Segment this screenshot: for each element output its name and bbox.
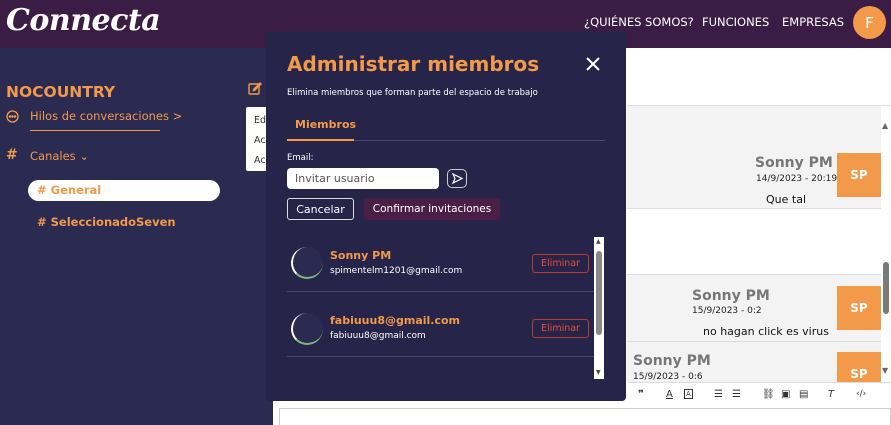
channel-seleccionadoseven[interactable]: # SeleccionadoSeven	[28, 212, 220, 233]
channels-toggle[interactable]: Canales ⌄	[30, 149, 89, 163]
close-icon[interactable]	[584, 55, 602, 73]
modal-title: Administrar miembros	[287, 52, 540, 76]
invite-user-input[interactable]	[287, 168, 439, 189]
tab-active-indicator	[287, 139, 354, 141]
member-name: Sonny PM	[330, 249, 392, 262]
link-icon[interactable]: ⛓	[762, 389, 775, 400]
highlight-icon[interactable]: A	[684, 389, 693, 399]
tab-miembros[interactable]: Miembros	[295, 118, 356, 131]
message-author: Sonny PM	[633, 353, 711, 369]
scroll-down-arrow-icon[interactable]: ▼	[596, 369, 601, 376]
font-color-icon[interactable]: A	[666, 389, 673, 400]
member-divider	[287, 356, 595, 357]
bullet-list-icon[interactable]: ☰	[732, 389, 741, 400]
editor-toolbar: ❞ A A ☰ ☰ ⛓ ▣ ▤ T ‹/›	[628, 382, 891, 408]
email-label: Email:	[287, 153, 314, 163]
ordered-list-icon[interactable]: ☰	[714, 389, 723, 400]
remove-member-button[interactable]: Eliminar	[532, 319, 589, 338]
video-icon[interactable]: ▤	[799, 389, 808, 400]
message-text: no hagan click es virus	[703, 325, 829, 338]
remove-member-button[interactable]: Eliminar	[532, 254, 589, 273]
threads-link[interactable]: Hilos de conversaciones >	[30, 109, 182, 123]
edit-icon[interactable]	[248, 81, 262, 95]
chat-bubble-icon	[6, 110, 19, 123]
member-email: fabiuuu8@gmail.com	[330, 331, 426, 341]
cancel-button[interactable]: Cancelar	[287, 198, 354, 220]
chat-header-strip	[627, 106, 881, 142]
member-avatar	[291, 313, 323, 345]
hash-icon: #	[6, 147, 18, 163]
chat-scrollbar-thumb[interactable]	[883, 262, 889, 314]
manage-members-modal: Administrar miembros Elimina miembros qu…	[266, 31, 626, 401]
scroll-up-arrow-icon[interactable]: ▲	[596, 238, 601, 245]
members-scrollbar[interactable]: ▲ ▼	[594, 237, 604, 379]
code-icon[interactable]: ‹/›	[856, 389, 866, 399]
workspace-name: NOCOUNTRY	[6, 83, 116, 101]
nav-funciones[interactable]: FUNCIONES	[702, 15, 769, 29]
scroll-up-arrow-icon[interactable]: ▲	[882, 121, 888, 130]
message-date: 15/9/2023 - 0:6	[633, 372, 703, 382]
quote-icon[interactable]: ❞	[638, 389, 644, 400]
modal-subtitle: Elimina miembros que forman parte del es…	[287, 88, 538, 98]
channel-general[interactable]: # General	[28, 180, 220, 201]
message-avatar: SP	[837, 286, 881, 330]
nav-empresas[interactable]: EMPRESAS	[782, 15, 844, 29]
message-date: 15/9/2023 - 0:2	[692, 306, 762, 316]
message-author: Sonny PM	[692, 288, 770, 304]
divider	[627, 208, 881, 209]
message-date: 14/9/2023 - 20:19	[756, 174, 838, 184]
scroll-down-arrow-icon[interactable]: ▼	[882, 366, 888, 375]
member-email: spimentelm1201@gmail.com	[330, 266, 463, 276]
message-editor[interactable]	[279, 408, 891, 425]
threads-underline	[30, 130, 160, 131]
clear-format-icon[interactable]: T	[828, 389, 834, 400]
message-text: Que tal	[766, 193, 807, 206]
nav-quienes-somos[interactable]: ¿QUIÉNES SOMOS?	[584, 15, 694, 29]
app-logo[interactable]: Connecta	[6, 3, 161, 38]
confirm-invitations-button[interactable]: Confirmar invitaciones	[364, 198, 500, 220]
member-avatar	[291, 247, 323, 279]
member-divider	[287, 291, 595, 292]
message-avatar: SP	[837, 153, 881, 197]
members-scrollbar-thumb[interactable]	[596, 251, 602, 335]
member-name: fabiuuu8@gmail.com	[330, 314, 461, 327]
user-avatar[interactable]: F	[853, 6, 886, 39]
send-invite-button[interactable]	[447, 169, 467, 188]
sidebar: NOCOUNTRY Hilos de conversaciones > # Ca…	[0, 48, 273, 425]
message-author: Sonny PM	[755, 155, 833, 171]
image-icon[interactable]: ▣	[781, 389, 790, 400]
